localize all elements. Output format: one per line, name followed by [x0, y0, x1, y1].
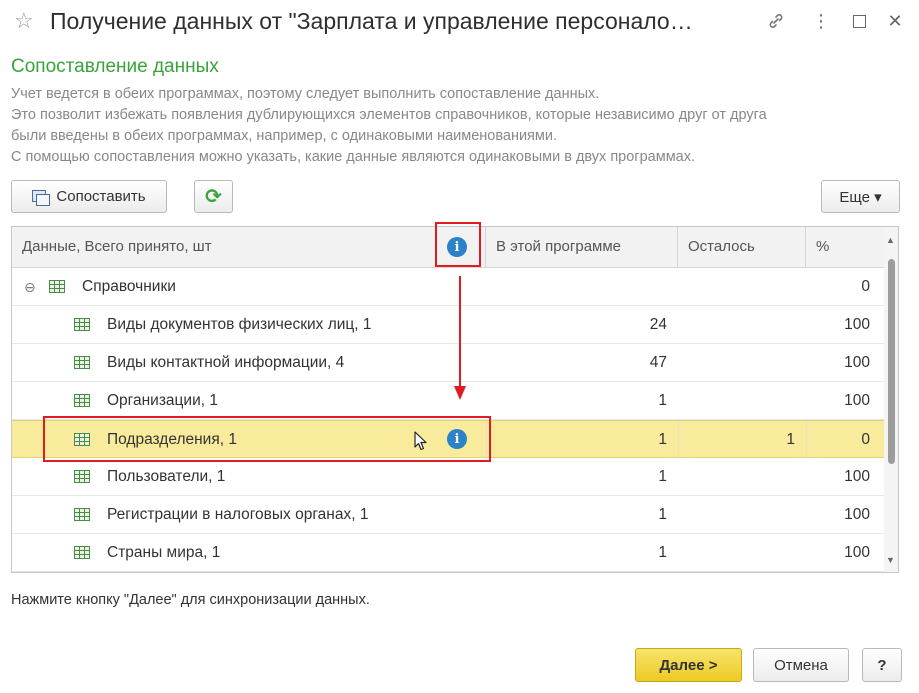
table-icon: [74, 508, 90, 521]
percent-cell: 0: [861, 278, 870, 295]
percent-cell: 100: [844, 354, 870, 371]
table-icon: [49, 280, 65, 293]
percent-cell: 0: [861, 431, 870, 448]
remaining-cell: [678, 534, 795, 572]
help-button-label: ?: [877, 656, 887, 674]
match-button[interactable]: Сопоставить: [11, 180, 167, 213]
in-program-cell: 1: [658, 544, 667, 561]
table-row[interactable]: Регистрации в налоговых органах, 1 1 100: [12, 496, 884, 534]
more-menu-label: Еще ▾: [839, 188, 882, 206]
description-line: были введены в обеих программах, наприме…: [11, 128, 558, 144]
close-icon[interactable]: ✕: [882, 8, 908, 34]
table-icon: [74, 470, 90, 483]
remaining-cell: [678, 344, 795, 382]
annotation-box-header: [435, 222, 481, 267]
description-line: Учет ведется в обеих программах, поэтому…: [11, 86, 600, 102]
next-button-label: Далее >: [659, 656, 718, 674]
refresh-icon: ⟳: [205, 186, 222, 208]
section-title: Сопоставление данных: [11, 56, 219, 77]
scrollbar-thumb[interactable]: [888, 259, 895, 464]
link-icon[interactable]: [763, 8, 789, 34]
percent-cell: 100: [844, 392, 870, 409]
refresh-button[interactable]: ⟳: [194, 180, 233, 213]
annotation-arrow-icon: [454, 276, 466, 400]
in-program-cell: 1: [658, 506, 667, 523]
in-program-cell: 24: [649, 316, 667, 333]
annotation-box-row: [43, 416, 491, 462]
percent-cell: 100: [844, 468, 870, 485]
in-program-cell: 1: [658, 468, 667, 485]
description-line: Это позволит избежать появления дублирую…: [11, 107, 767, 123]
percent-cell: 100: [844, 316, 870, 333]
table-icon: [74, 356, 90, 369]
group-row[interactable]: ⊖ Справочники 0: [12, 268, 884, 306]
group-name: Справочники: [82, 278, 176, 295]
column-header-percent[interactable]: %: [806, 227, 884, 267]
column-header-remaining[interactable]: Осталось: [678, 227, 806, 267]
cancel-button-label: Отмена: [774, 656, 828, 674]
description-line: С помощью сопоставления можно указать, к…: [11, 149, 696, 165]
table-row[interactable]: Виды контактной информации, 4 47 100: [12, 344, 884, 382]
table-icon: [74, 546, 90, 559]
table-icon: [74, 318, 90, 331]
row-name: Страны мира, 1: [107, 544, 221, 561]
row-name: Организации, 1: [107, 392, 218, 409]
scroll-up-icon[interactable]: ▲: [886, 235, 895, 245]
match-button-label: Сопоставить: [56, 188, 146, 205]
table-row[interactable]: Организации, 1 1 100: [12, 382, 884, 420]
row-name: Пользователи, 1: [107, 468, 226, 485]
scroll-down-icon[interactable]: ▼: [886, 555, 895, 565]
percent-cell: 100: [844, 506, 870, 523]
percent-cell: 100: [844, 544, 870, 561]
column-header-in-program[interactable]: В этой программе: [486, 227, 678, 267]
in-program-cell: 1: [658, 431, 667, 448]
table-icon: [74, 394, 90, 407]
remaining-cell: 1: [786, 431, 795, 448]
favorite-star-icon[interactable]: ☆: [14, 8, 34, 34]
cancel-button[interactable]: Отмена: [753, 648, 849, 682]
window-title: Получение данных от "Зарплата и управлен…: [50, 8, 693, 34]
hint-text: Нажмите кнопку "Далее" для синхронизации…: [11, 592, 370, 608]
table-row[interactable]: Виды документов физических лиц, 1 24 100: [12, 306, 884, 344]
remaining-cell: [678, 382, 795, 420]
help-button[interactable]: ?: [862, 648, 902, 682]
remaining-cell: [678, 458, 795, 496]
row-name: Виды контактной информации, 4: [107, 354, 345, 371]
in-program-cell: 47: [649, 354, 667, 371]
remaining-cell: [678, 496, 795, 534]
table-row[interactable]: Пользователи, 1 1 100: [12, 458, 884, 496]
maximize-icon[interactable]: [846, 8, 872, 34]
match-icon: [32, 189, 51, 206]
next-button[interactable]: Далее >: [635, 648, 742, 682]
more-menu-button[interactable]: Еще ▾: [821, 180, 900, 213]
remaining-cell: [678, 306, 795, 344]
in-program-cell: 1: [658, 392, 667, 409]
row-name: Виды документов физических лиц, 1: [107, 316, 372, 333]
column-header-data[interactable]: Данные, Всего принято, шт: [12, 227, 486, 267]
more-icon[interactable]: ⋮: [808, 8, 834, 34]
collapse-toggle-icon[interactable]: ⊖: [24, 268, 36, 306]
table-row[interactable]: Страны мира, 1 1 100: [12, 534, 884, 572]
row-name: Регистрации в налоговых органах, 1: [107, 506, 369, 523]
